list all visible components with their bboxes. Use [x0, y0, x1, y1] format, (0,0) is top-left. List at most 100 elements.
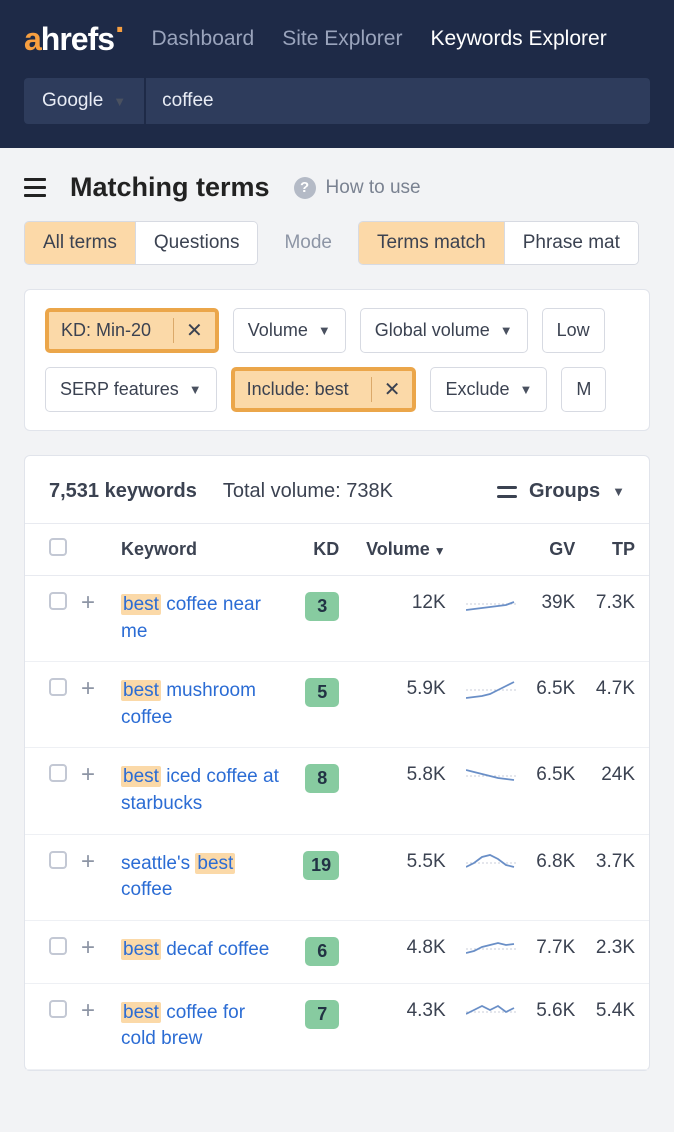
filter-label: SERP features — [60, 379, 179, 400]
filter-kd-min-[interactable]: KD: Min-20 ✕ — [45, 308, 219, 353]
row-checkbox[interactable] — [49, 592, 67, 610]
filter-include-best[interactable]: Include: best✕ — [231, 367, 417, 412]
table-row: +best coffee near me312K39K7.3K — [25, 576, 649, 662]
tab-group-terms: All termsQuestions — [24, 221, 258, 265]
keyword-link[interactable]: seattle's best coffee — [121, 851, 281, 904]
col-expand — [77, 524, 111, 576]
mode-label: Mode — [284, 232, 332, 254]
volume-cell: 5.9K — [355, 662, 455, 748]
search-input[interactable] — [162, 90, 634, 112]
kd-badge: 6 — [305, 937, 339, 966]
highlight: best — [121, 594, 161, 615]
chevron-down-icon: ▼ — [318, 323, 331, 338]
volume-cell: 5.5K — [355, 834, 455, 920]
chevron-down-icon: ▼ — [189, 382, 202, 397]
expand-icon[interactable]: + — [77, 937, 99, 959]
chevron-down-icon: ▼ — [612, 484, 625, 499]
help-link[interactable]: ? How to use — [294, 177, 421, 199]
col-keyword[interactable]: Keyword — [111, 524, 293, 576]
kd-badge: 8 — [305, 764, 339, 793]
nav-site-explorer[interactable]: Site Explorer — [282, 27, 402, 51]
volume-cell: 12K — [355, 576, 455, 662]
nav-keywords-explorer[interactable]: Keywords Explorer — [430, 27, 606, 51]
groups-label: Groups — [529, 480, 600, 503]
gv-cell: 6.8K — [526, 834, 586, 920]
tab-questions[interactable]: Questions — [136, 222, 258, 264]
keyword-link[interactable]: best iced coffee at starbucks — [121, 764, 281, 817]
row-checkbox[interactable] — [49, 764, 67, 782]
row-checkbox[interactable] — [49, 937, 67, 955]
tp-cell: 3.7K — [585, 834, 649, 920]
sort-desc-icon: ▼ — [434, 544, 446, 558]
gv-cell: 39K — [526, 576, 586, 662]
filter-label: KD: Min-20 — [61, 320, 163, 341]
keyword-count: 7,531 keywords — [49, 480, 197, 503]
table-row: +best coffee for cold brew74.3K5.6K5.4K — [25, 983, 649, 1069]
results-card: 7,531 keywords Total volume: 738K Groups… — [24, 455, 650, 1071]
sliders-icon — [497, 484, 517, 500]
logo: ahrefs. — [24, 21, 124, 58]
nav-dashboard[interactable]: Dashboard — [152, 27, 255, 51]
filter-serp-features[interactable]: SERP features ▼ — [45, 367, 217, 412]
trend-sparkline — [466, 851, 516, 875]
expand-icon[interactable]: + — [77, 764, 99, 786]
page-header: Matching terms ? How to use — [0, 148, 674, 221]
close-icon[interactable]: ✕ — [371, 377, 413, 402]
row-checkbox[interactable] — [49, 1000, 67, 1018]
help-label: How to use — [326, 177, 421, 199]
col-gv[interactable]: GV — [526, 524, 586, 576]
total-volume: Total volume: 738K — [223, 480, 393, 503]
keyword-link[interactable]: best coffee for cold brew — [121, 1000, 281, 1053]
table-row: +best iced coffee at starbucks85.8K6.5K2… — [25, 748, 649, 834]
gv-cell: 7.7K — [526, 920, 586, 983]
expand-icon[interactable]: + — [77, 851, 99, 873]
filter-m[interactable]: M — [561, 367, 606, 412]
search-engine-select[interactable]: Google ▼ — [24, 78, 144, 124]
row-checkbox[interactable] — [49, 851, 67, 869]
highlight: best — [121, 939, 161, 960]
tp-cell: 24K — [585, 748, 649, 834]
tab-all-terms[interactable]: All terms — [25, 222, 136, 264]
groups-toggle[interactable]: Groups ▼ — [497, 480, 625, 503]
kd-badge: 7 — [305, 1000, 339, 1029]
filter-volume[interactable]: Volume▼ — [233, 308, 346, 353]
col-volume[interactable]: Volume▼ — [355, 524, 455, 576]
col-kd[interactable]: KD — [293, 524, 356, 576]
filters-panel: KD: Min-20 ✕ Volume▼ Global volume ▼ Low SERP … — [24, 289, 650, 431]
topbar: ahrefs. Dashboard Site Explorer Keywords E… — [0, 0, 674, 78]
gv-cell: 5.6K — [526, 983, 586, 1069]
tab-phrase-mat[interactable]: Phrase mat — [505, 222, 638, 264]
tp-cell: 4.7K — [585, 662, 649, 748]
menu-icon[interactable] — [24, 178, 46, 197]
col-trend — [456, 524, 526, 576]
table-row: +seattle's best coffee195.5K6.8K3.7K — [25, 834, 649, 920]
nav-links: Dashboard Site Explorer Keywords Explorer — [152, 27, 607, 51]
filter-low[interactable]: Low — [542, 308, 605, 353]
trend-sparkline — [466, 764, 516, 788]
search-row: Google ▼ — [0, 78, 674, 148]
filter-exclude[interactable]: Exclude▼ — [430, 367, 547, 412]
trend-sparkline — [466, 592, 516, 616]
tab-terms-match[interactable]: Terms match — [359, 222, 505, 264]
keyword-link[interactable]: best coffee near me — [121, 592, 281, 645]
row-checkbox[interactable] — [49, 678, 67, 696]
chevron-down-icon: ▼ — [113, 94, 126, 109]
close-icon[interactable]: ✕ — [173, 318, 215, 343]
question-icon: ? — [294, 177, 316, 199]
col-tp[interactable]: TP — [585, 524, 649, 576]
filter-label: Global volume — [375, 320, 490, 341]
volume-cell: 4.8K — [355, 920, 455, 983]
expand-icon[interactable]: + — [77, 1000, 99, 1022]
keyword-link[interactable]: best mushroom coffee — [121, 678, 281, 731]
keyword-link[interactable]: best decaf coffee — [121, 937, 269, 964]
kd-badge: 5 — [305, 678, 339, 707]
expand-icon[interactable]: + — [77, 592, 99, 614]
filter-global-volume[interactable]: Global volume ▼ — [360, 308, 528, 353]
select-all-checkbox[interactable] — [49, 538, 67, 556]
results-table: Keyword KD Volume▼ GV TP + best coffee ne… — [25, 523, 649, 1070]
highlight: best — [195, 853, 235, 874]
highlight: best — [121, 680, 161, 701]
expand-icon[interactable]: + — [77, 678, 99, 700]
kd-badge: 3 — [305, 592, 339, 621]
chevron-down-icon: ▼ — [500, 323, 513, 338]
